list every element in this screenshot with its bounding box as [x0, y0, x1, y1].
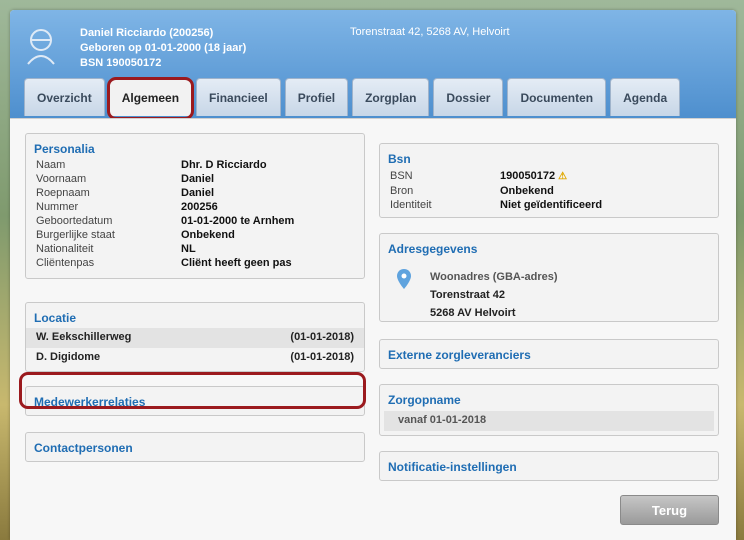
tab-algemeen[interactable]: Algemeen: [108, 78, 193, 116]
personalia-value: NL: [181, 243, 196, 255]
tab-profiel[interactable]: Profiel: [284, 78, 349, 116]
contactpersonen-title[interactable]: Contactpersonen: [26, 433, 364, 459]
personalia-key: Geboortedatum: [36, 215, 113, 227]
patient-address: Torenstraat 42, 5268 AV, Helvoirt: [350, 26, 510, 38]
zorgopname-panel: Zorgopname vanaf 01-01-2018: [379, 384, 719, 436]
personalia-row: Voornaam Daniel: [26, 172, 364, 186]
tab-dossier[interactable]: Dossier: [433, 78, 504, 116]
personalia-key: Naam: [36, 159, 66, 171]
personalia-key: Voornaam: [36, 173, 87, 185]
personalia-panel: Personalia Naam Dhr. D Ricciardo Voornaam…: [25, 133, 365, 279]
zorgopname-title: Zorgopname: [388, 393, 461, 407]
personalia-row: Cliëntenpas Cliënt heeft geen pas: [26, 256, 364, 270]
notificatie-title[interactable]: Notificatie-instellingen: [380, 452, 718, 478]
bsn-key: Bron: [390, 185, 414, 197]
patient-birth: Geboren op 01-01-2000 (18 jaar): [80, 42, 247, 54]
locatie-panel: Locatie W. Eekschillerweg (01-01-2018) D.…: [25, 302, 365, 372]
main-content: Personalia Naam Dhr. D Ricciardo Voornaam…: [10, 118, 736, 540]
tab-documenten[interactable]: Documenten: [507, 78, 607, 116]
bsn-row: Identiteit Niet geïdentificeerd: [380, 198, 718, 212]
locatie-row[interactable]: D. Digidome (01-01-2018): [26, 348, 364, 368]
zorgopname-value: vanaf 01-01-2018: [384, 411, 714, 431]
locatie-row[interactable]: W. Eekschillerweg (01-01-2018): [26, 328, 364, 348]
personalia-key: Roepnaam: [36, 187, 90, 199]
personalia-value: 01-01-2000 te Arnhem: [181, 215, 295, 227]
externe-panel[interactable]: Externe zorgleveranciers: [379, 339, 719, 369]
personalia-value: Cliënt heeft geen pas: [181, 257, 292, 269]
tab-zorgplan[interactable]: Zorgplan: [352, 78, 430, 116]
locatie-name: D. Digidome: [36, 351, 101, 363]
personalia-key: Burgerlijke staat: [36, 229, 115, 241]
adres-block: Woonadres (GBA-adres) Torenstraat 42 526…: [430, 268, 558, 322]
locatie-title: Locatie: [34, 311, 77, 325]
adres-title: Adresgegevens: [388, 242, 478, 256]
personalia-row: Naam Dhr. D Ricciardo: [26, 158, 364, 172]
externe-title[interactable]: Externe zorgleveranciers: [380, 340, 718, 366]
warning-icon: ⚠: [558, 171, 568, 182]
locatie-name: W. Eekschillerweg: [36, 331, 132, 343]
personalia-row: Nationaliteit NL: [26, 242, 364, 256]
personalia-row: Geboortedatum 01-01-2000 te Arnhem: [26, 214, 364, 228]
locatie-date: (01-01-2018): [290, 351, 354, 363]
bsn-panel: Bsn BSN 190050172 ⚠ Bron Onbekend Identitei…: [379, 143, 719, 218]
map-pin-icon: [397, 269, 411, 289]
bsn-value: Niet geïdentificeerd: [500, 199, 603, 211]
personalia-title: Personalia: [34, 142, 95, 156]
bsn-value: 190050172: [500, 170, 556, 182]
personalia-key: Cliëntenpas: [36, 257, 95, 269]
adres-type: Woonadres (GBA-adres): [430, 271, 558, 283]
personalia-row: Nummer 200256: [26, 200, 364, 214]
locatie-date: (01-01-2018): [290, 331, 354, 343]
app-window: Daniel Ricciardo (200256) Geboren op 01-…: [10, 10, 736, 540]
patient-name: Daniel Ricciardo (200256): [80, 27, 214, 39]
medewerkerrelaties-title[interactable]: Medewerkerrelaties: [26, 387, 364, 413]
adres-city: 5268 AV Helvoirt: [430, 307, 516, 319]
personalia-key: Nummer: [36, 201, 79, 213]
notificatie-panel[interactable]: Notificatie-instellingen: [379, 451, 719, 481]
personalia-row: Burgerlijke staat Onbekend: [26, 228, 364, 242]
contactpersonen-panel[interactable]: Contactpersonen: [25, 432, 365, 462]
personalia-value: Dhr. D Ricciardo: [181, 159, 267, 171]
patient-info: Daniel Ricciardo (200256) Geboren op 01-…: [80, 26, 246, 71]
personalia-value: Onbekend: [181, 229, 235, 241]
bsn-row: Bron Onbekend: [380, 184, 718, 198]
medewerkerrelaties-panel[interactable]: Medewerkerrelaties: [25, 386, 365, 416]
patient-bsn: BSN 190050172: [80, 57, 162, 69]
bsn-key: Identiteit: [390, 199, 432, 211]
terug-button[interactable]: Terug: [620, 495, 719, 525]
tab-bar: Overzicht Algemeen Financieel Profiel Zo…: [24, 78, 681, 118]
bsn-row: BSN 190050172 ⚠: [380, 169, 718, 184]
personalia-row: Roepnaam Daniel: [26, 186, 364, 200]
bsn-title: Bsn: [388, 152, 411, 166]
adres-street: Torenstraat 42: [430, 289, 505, 301]
personalia-key: Nationaliteit: [36, 243, 94, 255]
tab-agenda[interactable]: Agenda: [610, 78, 681, 116]
personalia-value: Daniel: [181, 173, 215, 185]
personalia-value: Daniel: [181, 187, 215, 199]
client-avatar-icon: [27, 29, 55, 65]
bsn-key: BSN: [390, 170, 413, 182]
personalia-value: 200256: [181, 201, 218, 213]
adres-panel: Adresgegevens Woonadres (GBA-adres) Tore…: [379, 233, 719, 322]
tab-financieel[interactable]: Financieel: [196, 78, 281, 116]
tab-overzicht[interactable]: Overzicht: [24, 78, 105, 116]
bsn-value: Onbekend: [500, 185, 554, 197]
patient-header: Daniel Ricciardo (200256) Geboren op 01-…: [10, 10, 736, 120]
bsn-value-wrap: 190050172 ⚠: [500, 169, 567, 184]
